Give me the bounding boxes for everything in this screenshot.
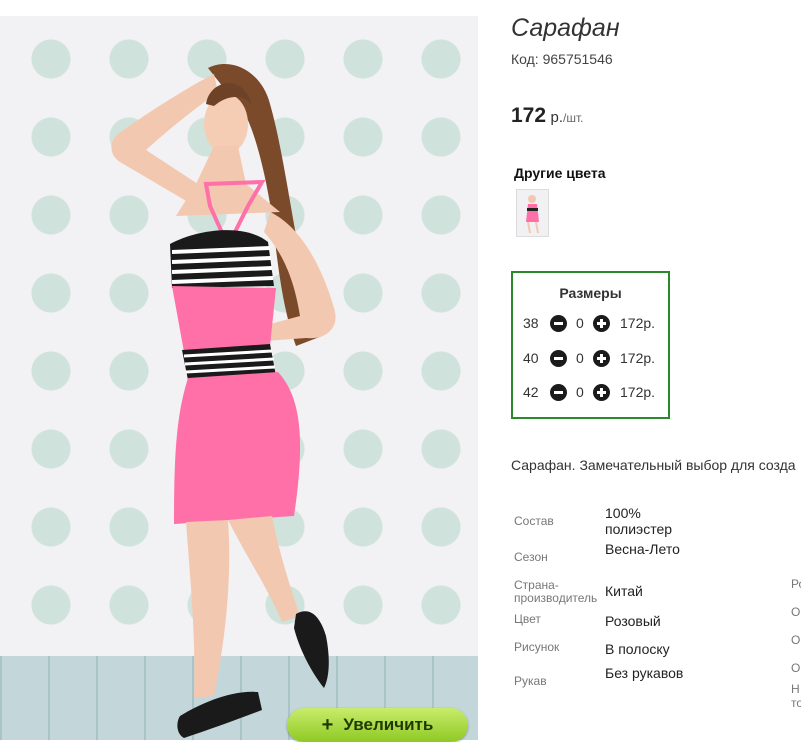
property-name: Цвет — [514, 612, 541, 626]
property-value: 100% полиэстер — [605, 505, 673, 537]
sizes-panel: Размеры 38 0 172р. 40 0 172р. 42 0 172р. — [511, 271, 670, 419]
size-quantity: 0 — [576, 315, 584, 331]
property-name: Рисунок — [514, 640, 560, 654]
minus-icon[interactable] — [550, 383, 567, 401]
size-quantity: 0 — [576, 384, 584, 400]
property-row: Страна-производитель Китай — [514, 577, 684, 611]
truncated-text: О — [791, 633, 801, 647]
size-price: 172р. — [620, 350, 656, 366]
plus-icon[interactable] — [593, 349, 610, 367]
color-swatch-image — [517, 190, 548, 236]
truncated-text: Ро — [791, 577, 801, 591]
minus-icon[interactable] — [550, 314, 567, 332]
price-currency: р./шт. — [550, 109, 584, 126]
zoom-button-label: Увеличить — [343, 715, 434, 734]
truncated-text: О — [791, 661, 801, 675]
property-row: Цвет Розовый — [514, 611, 684, 639]
property-row: Состав 100% полиэстер — [514, 505, 684, 541]
other-colors-heading: Другие цвета — [514, 165, 606, 181]
truncated-text: то — [791, 696, 801, 710]
size-label: 42 — [523, 384, 539, 400]
size-label: 40 — [523, 350, 539, 366]
color-swatch-thumbnail[interactable] — [516, 189, 549, 237]
property-name: Рукав — [514, 674, 547, 688]
product-price: 172 р./шт. — [511, 104, 583, 128]
size-price: 172р. — [620, 384, 656, 400]
property-value: Без рукавов — [605, 665, 684, 681]
property-name: Страна-производитель — [514, 578, 598, 605]
size-label: 38 — [523, 315, 539, 331]
zoom-button[interactable]: + Увеличить — [287, 708, 468, 742]
plus-icon[interactable] — [593, 314, 610, 332]
product-title: Сарафан — [511, 14, 620, 42]
property-row: Сезон Весна-Лето — [514, 541, 684, 577]
model-figure — [111, 64, 336, 738]
product-photo[interactable] — [0, 16, 478, 740]
property-row: Рисунок В полоску — [514, 639, 684, 665]
property-value: Китай — [605, 583, 643, 599]
property-row: Рукав Без рукавов — [514, 665, 684, 701]
property-name: Сезон — [514, 550, 548, 564]
sizes-heading: Размеры — [559, 285, 622, 301]
truncated-text: О — [791, 605, 801, 619]
product-code: Код: 965751546 — [511, 51, 613, 67]
product-description: Сарафан. Замечательный выбор для созда — [511, 457, 796, 473]
property-name: Состав — [514, 514, 554, 528]
properties-table: Состав 100% полиэстер Сезон Весна-Лето С… — [514, 505, 684, 701]
price-per-unit: /шт. — [563, 111, 584, 125]
price-amount: 172 — [511, 104, 547, 127]
plus-icon: + — [321, 714, 334, 736]
truncated-text: Н — [791, 682, 800, 696]
truncated-properties-column: Ро О О О Н то — [791, 570, 801, 710]
plus-icon[interactable] — [593, 383, 610, 401]
property-value: Розовый — [605, 613, 661, 629]
minus-icon[interactable] — [550, 349, 567, 367]
size-quantity: 0 — [576, 350, 584, 366]
property-value: В полоску — [605, 641, 670, 657]
property-value: Весна-Лето — [605, 541, 680, 557]
size-price: 172р. — [620, 315, 656, 331]
